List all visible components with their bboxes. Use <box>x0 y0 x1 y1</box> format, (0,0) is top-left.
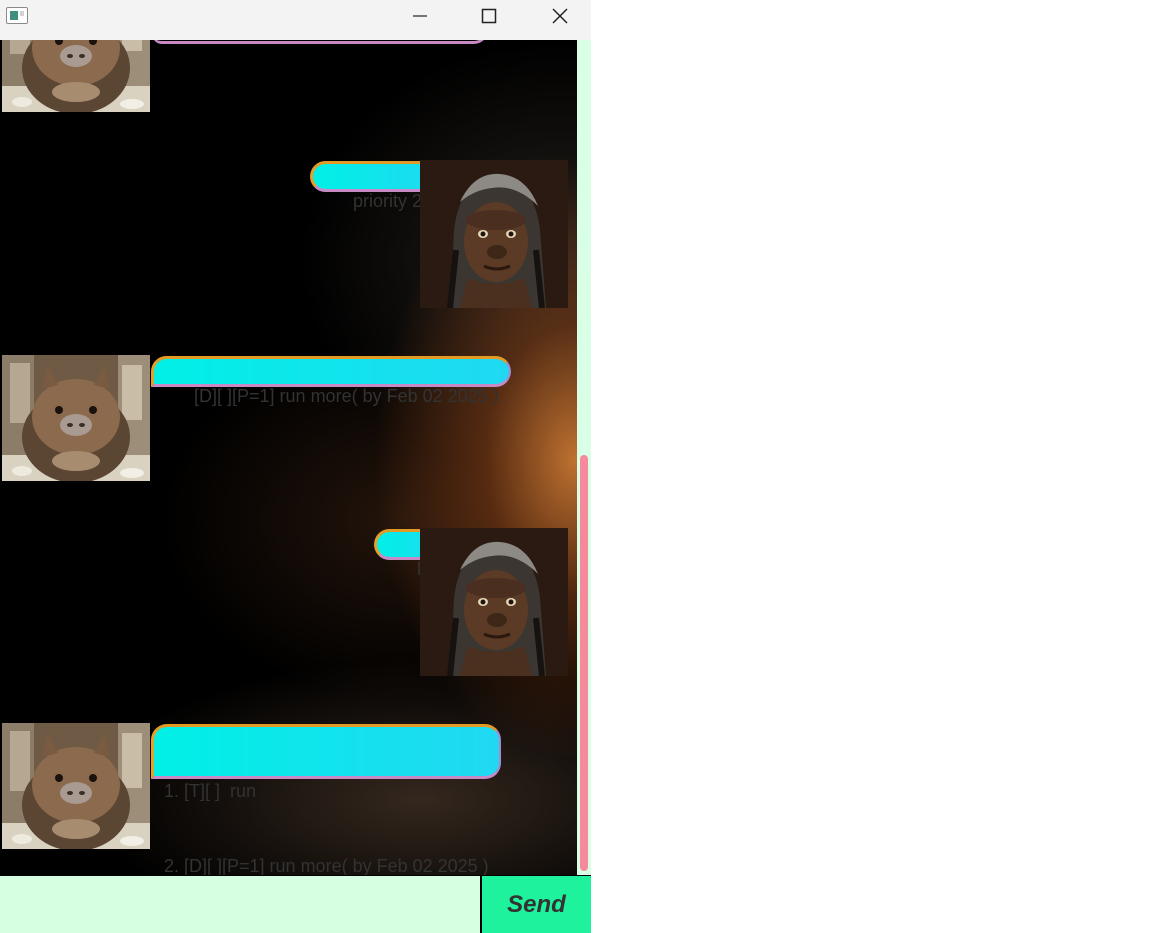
close-icon <box>552 8 568 24</box>
send-button[interactable]: Send <box>482 876 591 933</box>
minimize-button[interactable] <box>397 0 443 33</box>
bot-message: [D][ ][P=1] run more( by Feb 02 2025 ) <box>151 356 511 406</box>
message-input[interactable] <box>0 876 480 933</box>
app-window-icon <box>6 7 28 24</box>
wombat-avatar <box>2 40 150 112</box>
minimize-icon <box>413 15 427 17</box>
wombat-avatar <box>2 723 150 849</box>
message-text: [D][ ][P=1] run more( by Feb 02 2025 ) <box>194 386 499 406</box>
previous-bubble-edge <box>152 40 488 44</box>
maximize-button[interactable] <box>466 0 512 33</box>
title-bar <box>0 0 591 41</box>
bot-message: 1. [T][ ] run 2. [D][ ][P=1] run more( b… <box>151 724 501 875</box>
vertical-scrollbar[interactable] <box>577 40 591 875</box>
human-avatar <box>420 160 568 308</box>
wombat-avatar <box>2 355 150 481</box>
dialog-scroll-pane[interactable]: priority 2 1 [D][ ][P=1] run more( by Fe… <box>0 40 577 875</box>
close-button[interactable] <box>537 0 583 33</box>
app-window: priority 2 1 [D][ ][P=1] run more( by Fe… <box>0 0 591 933</box>
maximize-icon <box>481 8 497 24</box>
message-line: 1. [T][ ] run <box>164 781 257 801</box>
human-avatar <box>420 528 568 676</box>
scrollbar-thumb[interactable] <box>580 455 588 871</box>
message-line: 2. [D][ ][P=1] run more( by Feb 02 2025 … <box>164 856 489 875</box>
